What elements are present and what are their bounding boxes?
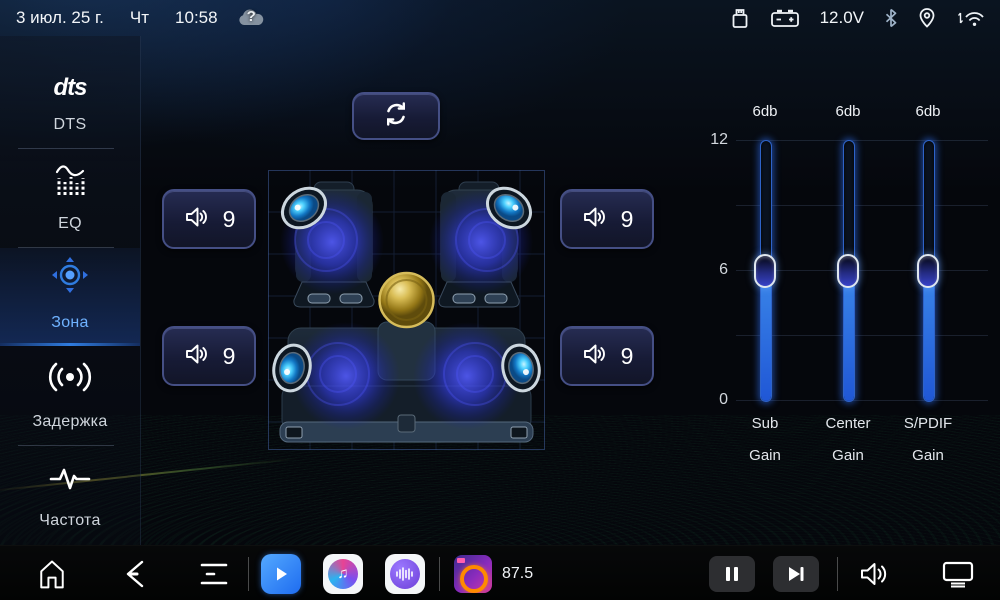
status-bar: 3 июл. 25 г. Чт 10:58 ? xyxy=(0,0,1000,36)
music-note-glyph: ♫ xyxy=(328,559,358,589)
volume-button[interactable] xyxy=(852,552,896,596)
channel-name: S/PDIF xyxy=(893,415,963,432)
radio-chip-glyph xyxy=(457,558,465,563)
sidebar-item-label: Задержка xyxy=(32,413,107,431)
fader-tick-12: 12 xyxy=(700,131,728,149)
usb-icon xyxy=(730,7,750,29)
video-player-app-icon[interactable] xyxy=(261,554,301,594)
battery-voltage: 12.0V xyxy=(820,8,864,28)
rear-left-volume-button[interactable]: 9 xyxy=(162,326,256,386)
fader-channel-center: 6db Center Gain xyxy=(813,95,883,495)
slider-thumb[interactable] xyxy=(837,254,859,288)
speaker-icon xyxy=(581,342,607,371)
volume-value: 9 xyxy=(621,343,634,370)
speaker-icon xyxy=(183,342,209,371)
rear-right-volume-button[interactable]: 9 xyxy=(560,326,654,386)
dts-logo-icon: dts xyxy=(54,74,87,102)
next-track-button[interactable] xyxy=(773,556,819,592)
sidebar-item-frequency[interactable]: Частота xyxy=(0,446,140,544)
delay-signal-icon xyxy=(45,360,95,399)
zone-seat-map[interactable] xyxy=(268,170,545,450)
sidebar-item-label: Зона xyxy=(51,314,89,332)
status-day: Чт xyxy=(130,8,149,28)
fader-value: 6db xyxy=(893,103,963,120)
spdif-gain-slider[interactable] xyxy=(923,140,935,402)
radio-frequency: 87.5 xyxy=(502,565,533,583)
volume-value: 9 xyxy=(223,343,236,370)
home-button[interactable] xyxy=(30,552,74,596)
channel-unit: Gain xyxy=(893,447,963,464)
front-left-volume-button[interactable]: 9 xyxy=(162,189,256,249)
volume-value: 9 xyxy=(223,206,236,233)
center-gain-slider[interactable] xyxy=(843,140,855,402)
channel-name: Center xyxy=(813,415,883,432)
speaker-icon xyxy=(581,205,607,234)
refresh-icon xyxy=(381,99,411,134)
balance-point[interactable] xyxy=(380,273,434,327)
slider-thumb[interactable] xyxy=(917,254,939,288)
sidebar-item-label: Частота xyxy=(39,512,100,530)
fader-value: 6db xyxy=(813,103,883,120)
dock-divider xyxy=(837,557,838,591)
back-button[interactable] xyxy=(112,552,156,596)
channel-name: Sub xyxy=(730,415,800,432)
slider-fill xyxy=(761,271,771,401)
weather-icon: ? xyxy=(236,7,266,29)
front-right-volume-button[interactable]: 9 xyxy=(560,189,654,249)
sidebar-item-zone[interactable]: Зона xyxy=(0,248,140,346)
gain-fader-panel: 12 6 0 6db Sub Gain 6db Center Gain 6db xyxy=(700,95,1000,495)
bluetooth-icon xyxy=(884,8,898,28)
voice-assistant-app-icon[interactable] xyxy=(385,554,425,594)
weather-symbol: ? xyxy=(247,8,256,25)
fader-tick-6: 6 xyxy=(700,261,728,279)
radio-dial-glyph xyxy=(460,565,488,593)
head-unit-screen: 3 июл. 25 г. Чт 10:58 ? xyxy=(0,0,1000,600)
volume-value: 9 xyxy=(621,206,634,233)
dock-divider xyxy=(439,557,440,591)
dock-bar: ♫ 87.5 xyxy=(0,545,1000,600)
slider-fill xyxy=(844,271,854,401)
speaker-icon xyxy=(183,205,209,234)
location-icon xyxy=(918,7,936,29)
frequency-wave-icon xyxy=(47,465,93,498)
dock-divider xyxy=(248,557,249,591)
channel-unit: Gain xyxy=(813,447,883,464)
menu-button[interactable] xyxy=(192,552,236,596)
fader-value: 6db xyxy=(730,103,800,120)
sidebar-item-dts[interactable]: dts DTS xyxy=(0,36,140,148)
sidebar-item-label: DTS xyxy=(54,116,87,134)
music-app-icon[interactable]: ♫ xyxy=(323,554,363,594)
screen-settings-button[interactable] xyxy=(936,552,980,596)
fader-tick-0: 0 xyxy=(700,391,728,409)
channel-unit: Gain xyxy=(730,447,800,464)
radio-app-icon[interactable] xyxy=(454,555,492,593)
battery-icon xyxy=(770,8,800,28)
sidebar-item-delay[interactable]: Задержка xyxy=(0,346,140,445)
sidebar-item-label: EQ xyxy=(58,215,82,233)
wifi-icon xyxy=(956,8,986,28)
zone-reset-button[interactable] xyxy=(352,92,440,140)
pause-button[interactable] xyxy=(709,556,755,592)
status-time: 10:58 xyxy=(175,8,218,28)
sidebar-item-eq[interactable]: EQ xyxy=(0,149,140,247)
equalizer-icon xyxy=(51,162,89,201)
sub-gain-slider[interactable] xyxy=(760,140,772,402)
zone-target-icon xyxy=(48,255,92,300)
fader-channel-spdif: 6db S/PDIF Gain xyxy=(893,95,963,495)
slider-fill xyxy=(924,271,934,401)
sidebar: dts DTS EQ xyxy=(0,36,141,545)
fader-channel-sub: 6db Sub Gain xyxy=(730,95,800,495)
status-date: 3 июл. 25 г. xyxy=(16,8,104,28)
slider-thumb[interactable] xyxy=(754,254,776,288)
